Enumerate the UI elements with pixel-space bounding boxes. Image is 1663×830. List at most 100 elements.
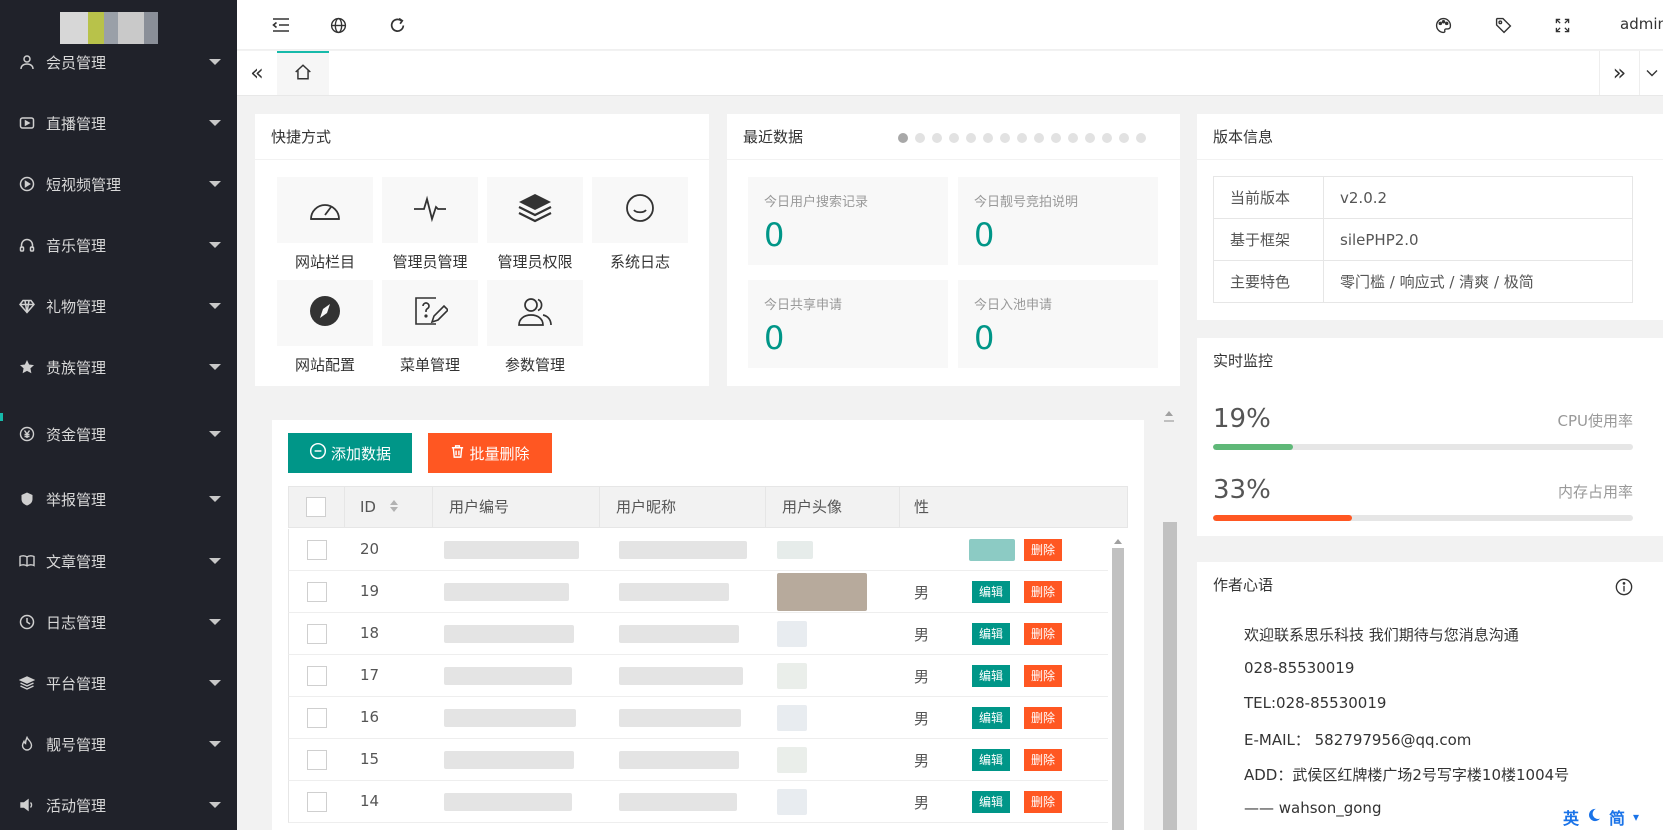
caret-down-icon: [209, 431, 221, 437]
batch-delete-button[interactable]: 批量删除: [428, 433, 552, 473]
table-scrollbar[interactable]: [1112, 548, 1124, 830]
theme-palette-icon[interactable]: [1432, 14, 1454, 36]
page-scroll-up-icon[interactable]: [1163, 408, 1175, 424]
shortcut-admin-permission[interactable]: 管理员权限: [487, 177, 583, 272]
table-row: 19 男 编辑 删除: [288, 571, 1108, 613]
sidebar-item-member[interactable]: 会员管理: [0, 32, 237, 92]
column-nickname: 用户昵称: [616, 498, 677, 516]
sort-icon[interactable]: [389, 488, 399, 528]
sidebar-item-article[interactable]: 文章管理: [0, 531, 237, 591]
sidebar-item-label: 日志管理: [46, 613, 107, 632]
column-id[interactable]: ID: [360, 487, 399, 527]
add-data-button[interactable]: 添加数据: [288, 433, 412, 473]
sidebar-item-gift[interactable]: 礼物管理: [0, 276, 237, 336]
delete-button[interactable]: 删除: [1024, 707, 1062, 729]
tag-icon[interactable]: [1492, 14, 1514, 36]
version-info-card: 版本信息 当前版本 v2.0.2 基于框架 silePHP2.0 主要特色 零门…: [1197, 114, 1663, 320]
edit-button[interactable]: 编辑: [972, 665, 1010, 687]
shortcut-site-config[interactable]: 网站配置: [277, 280, 373, 375]
sidebar-item-activity[interactable]: 活动管理: [0, 775, 237, 830]
caret-down-icon: [209, 619, 221, 625]
shortcut-admin-manage[interactable]: 管理员管理: [382, 177, 478, 272]
fire-icon: [18, 735, 36, 753]
author-card: 作者心语 欢迎联系思乐科技 我们期待与您消息沟通 028-85530019 TE…: [1197, 562, 1663, 830]
edit-button[interactable]: 编辑: [972, 581, 1010, 603]
carousel-indicator[interactable]: [898, 133, 1146, 143]
row-checkbox[interactable]: [307, 666, 327, 686]
sidebar-item-label: 礼物管理: [46, 297, 107, 316]
sidebar-item-report[interactable]: 举报管理: [0, 469, 237, 529]
delete-button[interactable]: 删除: [1024, 539, 1062, 561]
version-row: 基于框架 silePHP2.0: [1213, 218, 1633, 261]
sidebar-item-pretty-number[interactable]: 靓号管理: [0, 714, 237, 774]
top-header: admin: [237, 0, 1663, 50]
edit-button[interactable]: 编辑: [972, 749, 1010, 771]
version-table: 当前版本 v2.0.2 基于框架 silePHP2.0 主要特色 零门槛 / 响…: [1213, 176, 1633, 303]
delete-button[interactable]: 删除: [1024, 581, 1062, 603]
delete-button[interactable]: 删除: [1024, 623, 1062, 645]
edit-button[interactable]: 编辑: [972, 707, 1010, 729]
select-all-checkbox[interactable]: [306, 497, 326, 517]
refresh-icon[interactable]: [386, 14, 408, 36]
row-checkbox[interactable]: [307, 582, 327, 602]
sidebar-item-label: 平台管理: [46, 674, 107, 693]
row-checkbox[interactable]: [307, 708, 327, 728]
ime-indicator[interactable]: 英 简 ▾: [1555, 803, 1663, 830]
cpu-progress-bar: [1213, 444, 1633, 450]
clock-icon: [18, 613, 36, 631]
sidebar-item-live[interactable]: 直播管理: [0, 93, 237, 153]
admin-user-menu[interactable]: admin: [1620, 15, 1663, 33]
stat-search-records[interactable]: 今日用户搜索记录 0: [748, 177, 948, 265]
sidebar-item-noble[interactable]: 贵族管理: [0, 337, 237, 397]
tabs-dropdown-icon[interactable]: [1639, 51, 1663, 95]
table-row: 17 男 编辑 删除: [288, 655, 1108, 697]
delete-button[interactable]: 删除: [1024, 665, 1062, 687]
plus-circle-icon: [309, 442, 327, 464]
stat-pretty-number-auction[interactable]: 今日靓号竞拍说明 0: [958, 177, 1158, 265]
info-icon[interactable]: [1615, 578, 1633, 600]
stat-share-applications[interactable]: 今日共享申请 0: [748, 280, 948, 368]
row-checkbox[interactable]: [307, 750, 327, 770]
shortcut-param-manage[interactable]: 参数管理: [487, 280, 583, 375]
menu-toggle-icon[interactable]: [270, 14, 292, 36]
fullscreen-icon[interactable]: [1551, 14, 1573, 36]
edit-button[interactable]: 编辑: [972, 791, 1010, 813]
shortcuts-card: 快捷方式 网站栏目 管理员管理 管理员权限 系统日志 网站配置 菜单管理 参数管…: [255, 114, 709, 386]
tabs-scroll-right-icon[interactable]: »: [1599, 51, 1639, 95]
memory-progress-bar: [1213, 515, 1633, 521]
sidebar-item-funds[interactable]: 资金管理: [0, 404, 237, 464]
question-edit-icon: [412, 294, 450, 332]
scroll-up-arrow-icon[interactable]: [1112, 536, 1124, 548]
table-row: 16 男 编辑 删除: [288, 697, 1108, 739]
delete-button[interactable]: 删除: [1024, 749, 1062, 771]
sidebar-item-label: 靓号管理: [46, 735, 107, 754]
tab-bar: « »: [237, 51, 1663, 96]
sidebar-item-label: 直播管理: [46, 114, 107, 133]
sidebar-item-platform[interactable]: 平台管理: [0, 653, 237, 713]
caret-down-icon: [209, 558, 221, 564]
row-checkbox[interactable]: [307, 540, 327, 560]
star-icon: [18, 358, 36, 376]
caret-down-icon: [209, 364, 221, 370]
sidebar-item-music[interactable]: 音乐管理: [0, 215, 237, 275]
globe-icon[interactable]: [327, 14, 349, 36]
moon-icon: [1587, 807, 1601, 826]
column-avatar: 用户头像: [782, 498, 843, 516]
yen-icon: [18, 425, 36, 443]
caret-down-icon: [209, 242, 221, 248]
row-checkbox[interactable]: [307, 792, 327, 812]
shortcut-site-column[interactable]: 网站栏目: [277, 177, 373, 272]
sidebar-item-short-video[interactable]: 短视频管理: [0, 154, 237, 214]
row-checkbox[interactable]: [307, 624, 327, 644]
sidebar-item-log[interactable]: 日志管理: [0, 592, 237, 652]
layers-icon: [18, 674, 36, 692]
page-scrollbar[interactable]: [1163, 522, 1177, 830]
stat-pool-applications[interactable]: 今日入池申请 0: [958, 280, 1158, 368]
tabs-scroll-left-icon[interactable]: «: [237, 51, 277, 95]
shortcut-system-log[interactable]: 系统日志: [592, 177, 688, 272]
tab-home[interactable]: [277, 51, 329, 95]
edit-button[interactable]: 编辑: [972, 623, 1010, 645]
caret-down-icon: [209, 120, 221, 126]
delete-button[interactable]: 删除: [1024, 791, 1062, 813]
shortcut-menu-manage[interactable]: 菜单管理: [382, 280, 478, 375]
